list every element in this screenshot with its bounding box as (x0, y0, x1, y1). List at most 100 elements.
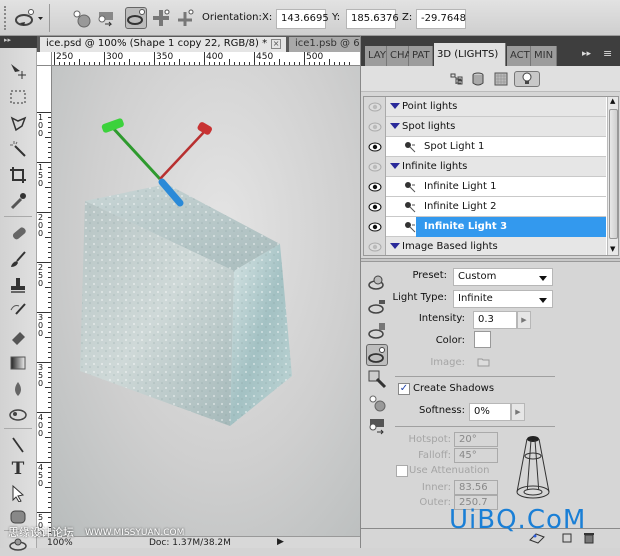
tab-paths[interactable]: PAT (409, 46, 433, 66)
return-light-to-origin-button[interactable] (70, 7, 92, 29)
intensity-slider-button[interactable]: ▶ (517, 311, 531, 329)
move-to-current-view-button[interactable] (366, 414, 388, 436)
preset-select[interactable]: Custom (453, 268, 553, 286)
visibility-toggle[interactable] (364, 237, 386, 255)
new-infinite-light-button[interactable] (366, 320, 388, 342)
marquee-tool[interactable] (6, 86, 30, 108)
3d-panel: LAY CHA PAT 3D (LIGHTS) ACT MIN ▸▸ ≡ Poi… (360, 36, 620, 548)
options-bar-grip[interactable] (4, 6, 8, 30)
filter-scene-button[interactable] (447, 71, 465, 87)
tab-actions[interactable]: ACT (507, 46, 531, 66)
blur-tool[interactable] (6, 378, 30, 400)
expand-triangle-icon[interactable] (390, 243, 400, 249)
pen-tool[interactable] (6, 434, 30, 456)
visibility-toggle[interactable] (364, 217, 386, 237)
type-tool[interactable]: T (6, 458, 30, 480)
ruler-major-tick (54, 52, 55, 65)
brush-tool[interactable] (6, 248, 30, 270)
visibility-toggle[interactable] (364, 177, 386, 197)
inner-input[interactable]: 83.56 (454, 480, 498, 495)
new-spot-light-button[interactable] (366, 296, 388, 318)
light-color-swatch[interactable] (474, 331, 491, 348)
tools-panel-header[interactable]: ▸▸ (0, 36, 37, 48)
scene-icon (450, 73, 463, 85)
create-shadows-label: Create Shadows (413, 383, 495, 394)
expand-triangle-icon[interactable] (390, 123, 400, 129)
tab-layers[interactable]: LAY (365, 46, 387, 66)
rotate-light-tool[interactable] (125, 7, 147, 29)
tab-mini-bridge[interactable]: MIN (531, 46, 557, 66)
scrollbar-thumb[interactable] (609, 109, 618, 239)
scroll-up-icon[interactable]: ▲ (610, 97, 615, 105)
softness-slider-button[interactable]: ▶ (511, 403, 525, 421)
healing-brush-tool[interactable] (6, 222, 30, 244)
light-group-row[interactable]: Image Based lights (364, 237, 606, 255)
camera-light-icon (369, 419, 384, 435)
tab-3d-lights[interactable]: 3D (LIGHTS) (434, 43, 506, 66)
status-menu-arrow-icon[interactable]: ▶ (277, 537, 284, 547)
filter-mesh-button[interactable] (469, 71, 487, 87)
visibility-toggle[interactable] (364, 197, 386, 217)
move-to-view-button[interactable] (94, 7, 116, 29)
new-light-button[interactable] (366, 272, 388, 294)
magic-wand-tool[interactable] (6, 138, 30, 160)
hotspot-input[interactable]: 20° (454, 432, 498, 447)
light-type-select[interactable]: Infinite (453, 290, 553, 308)
light-guides-button[interactable] (366, 368, 388, 390)
orientation-x-input[interactable]: 143.6695 (276, 9, 329, 29)
light-group-row[interactable]: Infinite lights (364, 157, 606, 177)
move-tool[interactable] (6, 60, 30, 82)
tool-preset-picker[interactable] (14, 7, 44, 29)
light-row[interactable]: Infinite Light 3 (364, 217, 606, 237)
light-row[interactable]: Infinite Light 2 (364, 197, 606, 217)
tab-channels[interactable]: CHA (387, 46, 411, 66)
history-brush-tool[interactable] (6, 300, 30, 322)
filter-lights-button[interactable] (514, 71, 540, 87)
drag-light-tool[interactable] (150, 7, 172, 29)
orientation-z-input[interactable]: -29.7648 (416, 9, 466, 29)
visibility-toggle[interactable] (364, 137, 386, 157)
clone-stamp-tool[interactable] (6, 274, 30, 296)
eyedropper-tool[interactable] (6, 190, 30, 212)
document-tab-active[interactable]: ice.psd @ 100% (Shape 1 copy 22, RGB/8) … (40, 37, 286, 52)
expand-triangle-icon[interactable] (390, 163, 400, 169)
slide-light-tool[interactable] (174, 7, 196, 29)
panel-menu-icon[interactable]: ≡ (603, 47, 612, 60)
dodge-tool[interactable] (6, 404, 30, 426)
intensity-input[interactable]: 0.3 (473, 311, 517, 329)
visibility-toggle[interactable] (364, 157, 386, 177)
ruler-minor-tick (45, 187, 51, 188)
light-group-row[interactable]: Point lights (364, 97, 606, 117)
ruler-major-tick (304, 52, 305, 65)
point-at-origin-button[interactable] (366, 392, 388, 414)
falloff-input[interactable]: 45° (454, 448, 498, 463)
create-shadows-checkbox[interactable]: ✓ (398, 383, 410, 395)
ruler-tick-label: 250 (56, 52, 74, 62)
softness-input[interactable]: 0% (469, 403, 511, 421)
image-folder-button[interactable] (477, 357, 491, 367)
crop-tool[interactable] (6, 164, 30, 186)
scroll-down-icon[interactable]: ▼ (610, 245, 615, 253)
light-row[interactable]: Spot Light 1 (364, 137, 606, 157)
lasso-tool[interactable] (6, 112, 30, 134)
eraser-tool[interactable] (6, 326, 30, 348)
document-canvas[interactable] (52, 66, 360, 536)
visibility-toggle[interactable] (364, 97, 386, 117)
ruler-origin[interactable] (37, 52, 52, 66)
document-tab[interactable]: ice1.psb @ 66.7% (289, 37, 360, 52)
path-selection-tool[interactable] (6, 482, 30, 504)
light-group-row[interactable]: Spot lights (364, 117, 606, 137)
gradient-tool[interactable] (6, 352, 30, 374)
filter-material-button[interactable] (492, 71, 510, 87)
options-bar: Orientation: X: 143.6695 Y: 185.6376 Z: … (0, 0, 620, 36)
light-row[interactable]: Infinite Light 1 (364, 177, 606, 197)
panel-expand-icon[interactable]: ▸▸ (582, 49, 591, 59)
lights-list-scrollbar[interactable]: ▲ ▼ (607, 97, 618, 255)
expand-triangle-icon[interactable] (390, 103, 400, 109)
visibility-toggle[interactable] (364, 117, 386, 137)
orientation-y-input[interactable]: 185.6376 (346, 9, 399, 29)
rotate-light-button[interactable] (366, 344, 388, 366)
use-attenuation-checkbox[interactable] (396, 465, 408, 477)
close-tab-icon[interactable]: × (271, 39, 282, 49)
panel-splitter[interactable] (361, 258, 620, 262)
